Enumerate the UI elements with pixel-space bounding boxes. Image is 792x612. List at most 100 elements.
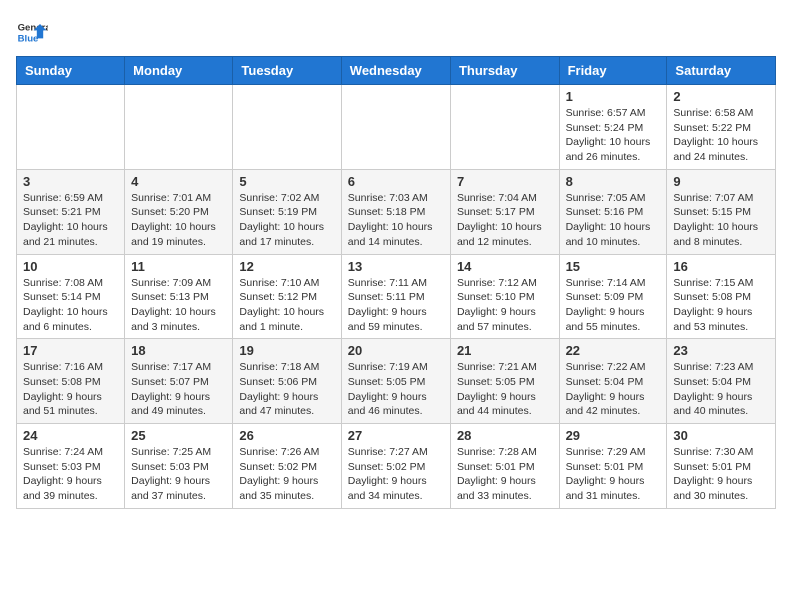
day-number: 11: [131, 259, 226, 274]
calendar-cell: 26 Sunrise: 7:26 AM Sunset: 5:02 PM Dayli…: [233, 424, 341, 509]
week-row-1: 1Sunrise: 6:57 AM Sunset: 5:24 PM Daylig…: [17, 85, 776, 170]
day-number: 19: [239, 343, 334, 358]
calendar-cell: 13 Sunrise: 7:11 AM Sunset: 5:11 PM Dayli…: [341, 254, 450, 339]
day-number: 14: [457, 259, 553, 274]
day-info: Sunrise: 7:21 AM Sunset: 5:05 PM Dayligh…: [457, 360, 553, 419]
calendar-cell: 18 Sunrise: 7:17 AM Sunset: 5:07 PM Dayli…: [125, 339, 233, 424]
day-info: Sunrise: 7:03 AM Sunset: 5:18 PM Dayligh…: [348, 191, 444, 250]
day-info: Sunrise: 7:05 AM Sunset: 5:16 PM Dayligh…: [566, 191, 661, 250]
logo: General Blue: [16, 16, 48, 48]
week-row-4: 17 Sunrise: 7:16 AM Sunset: 5:08 PM Dayli…: [17, 339, 776, 424]
calendar-cell: 27 Sunrise: 7:27 AM Sunset: 5:02 PM Dayli…: [341, 424, 450, 509]
day-number: 18: [131, 343, 226, 358]
day-number: 25: [131, 428, 226, 443]
weekday-header-thursday: Thursday: [450, 57, 559, 85]
day-info: Sunrise: 7:16 AM Sunset: 5:08 PM Dayligh…: [23, 360, 118, 419]
day-info: Sunrise: 7:11 AM Sunset: 5:11 PM Dayligh…: [348, 276, 444, 335]
day-info: Sunrise: 7:12 AM Sunset: 5:10 PM Dayligh…: [457, 276, 553, 335]
day-number: 12: [239, 259, 334, 274]
day-info: Sunrise: 7:01 AM Sunset: 5:20 PM Dayligh…: [131, 191, 226, 250]
day-info: Sunrise: 7:29 AM Sunset: 5:01 PM Dayligh…: [566, 445, 661, 504]
calendar-table: SundayMondayTuesdayWednesdayThursdayFrid…: [16, 56, 776, 509]
calendar-cell: 5 Sunrise: 7:02 AM Sunset: 5:19 PM Daylig…: [233, 169, 341, 254]
day-info: Sunrise: 7:15 AM Sunset: 5:08 PM Dayligh…: [673, 276, 769, 335]
day-number: 30: [673, 428, 769, 443]
day-number: 22: [566, 343, 661, 358]
day-number: 28: [457, 428, 553, 443]
calendar-cell: [450, 85, 559, 170]
day-info: Sunrise: 7:28 AM Sunset: 5:01 PM Dayligh…: [457, 445, 553, 504]
day-info: Sunrise: 7:19 AM Sunset: 5:05 PM Dayligh…: [348, 360, 444, 419]
day-info: Sunrise: 7:14 AM Sunset: 5:09 PM Dayligh…: [566, 276, 661, 335]
calendar-cell: [17, 85, 125, 170]
day-number: 13: [348, 259, 444, 274]
day-number: 24: [23, 428, 118, 443]
calendar-cell: 14 Sunrise: 7:12 AM Sunset: 5:10 PM Dayli…: [450, 254, 559, 339]
week-row-5: 24 Sunrise: 7:24 AM Sunset: 5:03 PM Dayli…: [17, 424, 776, 509]
day-number: 5: [239, 174, 334, 189]
calendar-cell: 12 Sunrise: 7:10 AM Sunset: 5:12 PM Dayli…: [233, 254, 341, 339]
day-number: 7: [457, 174, 553, 189]
day-number: 20: [348, 343, 444, 358]
calendar-cell: 17 Sunrise: 7:16 AM Sunset: 5:08 PM Dayli…: [17, 339, 125, 424]
weekday-header-tuesday: Tuesday: [233, 57, 341, 85]
calendar-cell: 23 Sunrise: 7:23 AM Sunset: 5:04 PM Dayli…: [667, 339, 776, 424]
day-info: Sunrise: 6:58 AM Sunset: 5:22 PM Dayligh…: [673, 106, 769, 165]
day-info: Sunrise: 7:24 AM Sunset: 5:03 PM Dayligh…: [23, 445, 118, 504]
day-number: 29: [566, 428, 661, 443]
day-number: 9: [673, 174, 769, 189]
week-row-3: 10 Sunrise: 7:08 AM Sunset: 5:14 PM Dayli…: [17, 254, 776, 339]
day-number: 26: [239, 428, 334, 443]
calendar-cell: 2Sunrise: 6:58 AM Sunset: 5:22 PM Daylig…: [667, 85, 776, 170]
calendar-cell: 3 Sunrise: 6:59 AM Sunset: 5:21 PM Daylig…: [17, 169, 125, 254]
week-row-2: 3 Sunrise: 6:59 AM Sunset: 5:21 PM Daylig…: [17, 169, 776, 254]
calendar-cell: 9 Sunrise: 7:07 AM Sunset: 5:15 PM Daylig…: [667, 169, 776, 254]
day-number: 10: [23, 259, 118, 274]
day-info: Sunrise: 7:18 AM Sunset: 5:06 PM Dayligh…: [239, 360, 334, 419]
logo-icon: General Blue: [16, 16, 48, 48]
day-info: Sunrise: 7:26 AM Sunset: 5:02 PM Dayligh…: [239, 445, 334, 504]
page-header: General Blue: [16, 16, 776, 48]
day-number: 27: [348, 428, 444, 443]
calendar-cell: 19 Sunrise: 7:18 AM Sunset: 5:06 PM Dayli…: [233, 339, 341, 424]
day-info: Sunrise: 7:02 AM Sunset: 5:19 PM Dayligh…: [239, 191, 334, 250]
calendar-cell: 6Sunrise: 7:03 AM Sunset: 5:18 PM Daylig…: [341, 169, 450, 254]
day-number: 17: [23, 343, 118, 358]
day-info: Sunrise: 7:27 AM Sunset: 5:02 PM Dayligh…: [348, 445, 444, 504]
day-info: Sunrise: 7:04 AM Sunset: 5:17 PM Dayligh…: [457, 191, 553, 250]
day-number: 4: [131, 174, 226, 189]
calendar-cell: 16 Sunrise: 7:15 AM Sunset: 5:08 PM Dayli…: [667, 254, 776, 339]
day-info: Sunrise: 7:10 AM Sunset: 5:12 PM Dayligh…: [239, 276, 334, 335]
calendar-cell: [233, 85, 341, 170]
day-info: Sunrise: 7:25 AM Sunset: 5:03 PM Dayligh…: [131, 445, 226, 504]
calendar-cell: 15Sunrise: 7:14 AM Sunset: 5:09 PM Dayli…: [559, 254, 667, 339]
day-info: Sunrise: 7:17 AM Sunset: 5:07 PM Dayligh…: [131, 360, 226, 419]
calendar-cell: 1Sunrise: 6:57 AM Sunset: 5:24 PM Daylig…: [559, 85, 667, 170]
day-info: Sunrise: 6:59 AM Sunset: 5:21 PM Dayligh…: [23, 191, 118, 250]
calendar-cell: 30Sunrise: 7:30 AM Sunset: 5:01 PM Dayli…: [667, 424, 776, 509]
weekday-header-monday: Monday: [125, 57, 233, 85]
calendar-cell: [125, 85, 233, 170]
calendar-cell: 28 Sunrise: 7:28 AM Sunset: 5:01 PM Dayli…: [450, 424, 559, 509]
day-info: Sunrise: 7:22 AM Sunset: 5:04 PM Dayligh…: [566, 360, 661, 419]
day-number: 21: [457, 343, 553, 358]
day-info: Sunrise: 7:23 AM Sunset: 5:04 PM Dayligh…: [673, 360, 769, 419]
day-info: Sunrise: 7:08 AM Sunset: 5:14 PM Dayligh…: [23, 276, 118, 335]
calendar-cell: 7 Sunrise: 7:04 AM Sunset: 5:17 PM Daylig…: [450, 169, 559, 254]
svg-text:Blue: Blue: [18, 34, 39, 45]
weekday-header-friday: Friday: [559, 57, 667, 85]
day-number: 16: [673, 259, 769, 274]
calendar-cell: 10 Sunrise: 7:08 AM Sunset: 5:14 PM Dayli…: [17, 254, 125, 339]
day-number: 23: [673, 343, 769, 358]
calendar-cell: 24 Sunrise: 7:24 AM Sunset: 5:03 PM Dayli…: [17, 424, 125, 509]
calendar-cell: 22 Sunrise: 7:22 AM Sunset: 5:04 PM Dayli…: [559, 339, 667, 424]
day-number: 8: [566, 174, 661, 189]
calendar-cell: 4 Sunrise: 7:01 AM Sunset: 5:20 PM Daylig…: [125, 169, 233, 254]
day-info: Sunrise: 7:09 AM Sunset: 5:13 PM Dayligh…: [131, 276, 226, 335]
day-number: 3: [23, 174, 118, 189]
calendar-cell: 29 Sunrise: 7:29 AM Sunset: 5:01 PM Dayli…: [559, 424, 667, 509]
day-info: Sunrise: 7:07 AM Sunset: 5:15 PM Dayligh…: [673, 191, 769, 250]
calendar-cell: 11 Sunrise: 7:09 AM Sunset: 5:13 PM Dayli…: [125, 254, 233, 339]
weekday-header-row: SundayMondayTuesdayWednesdayThursdayFrid…: [17, 57, 776, 85]
calendar-cell: 8 Sunrise: 7:05 AM Sunset: 5:16 PM Daylig…: [559, 169, 667, 254]
